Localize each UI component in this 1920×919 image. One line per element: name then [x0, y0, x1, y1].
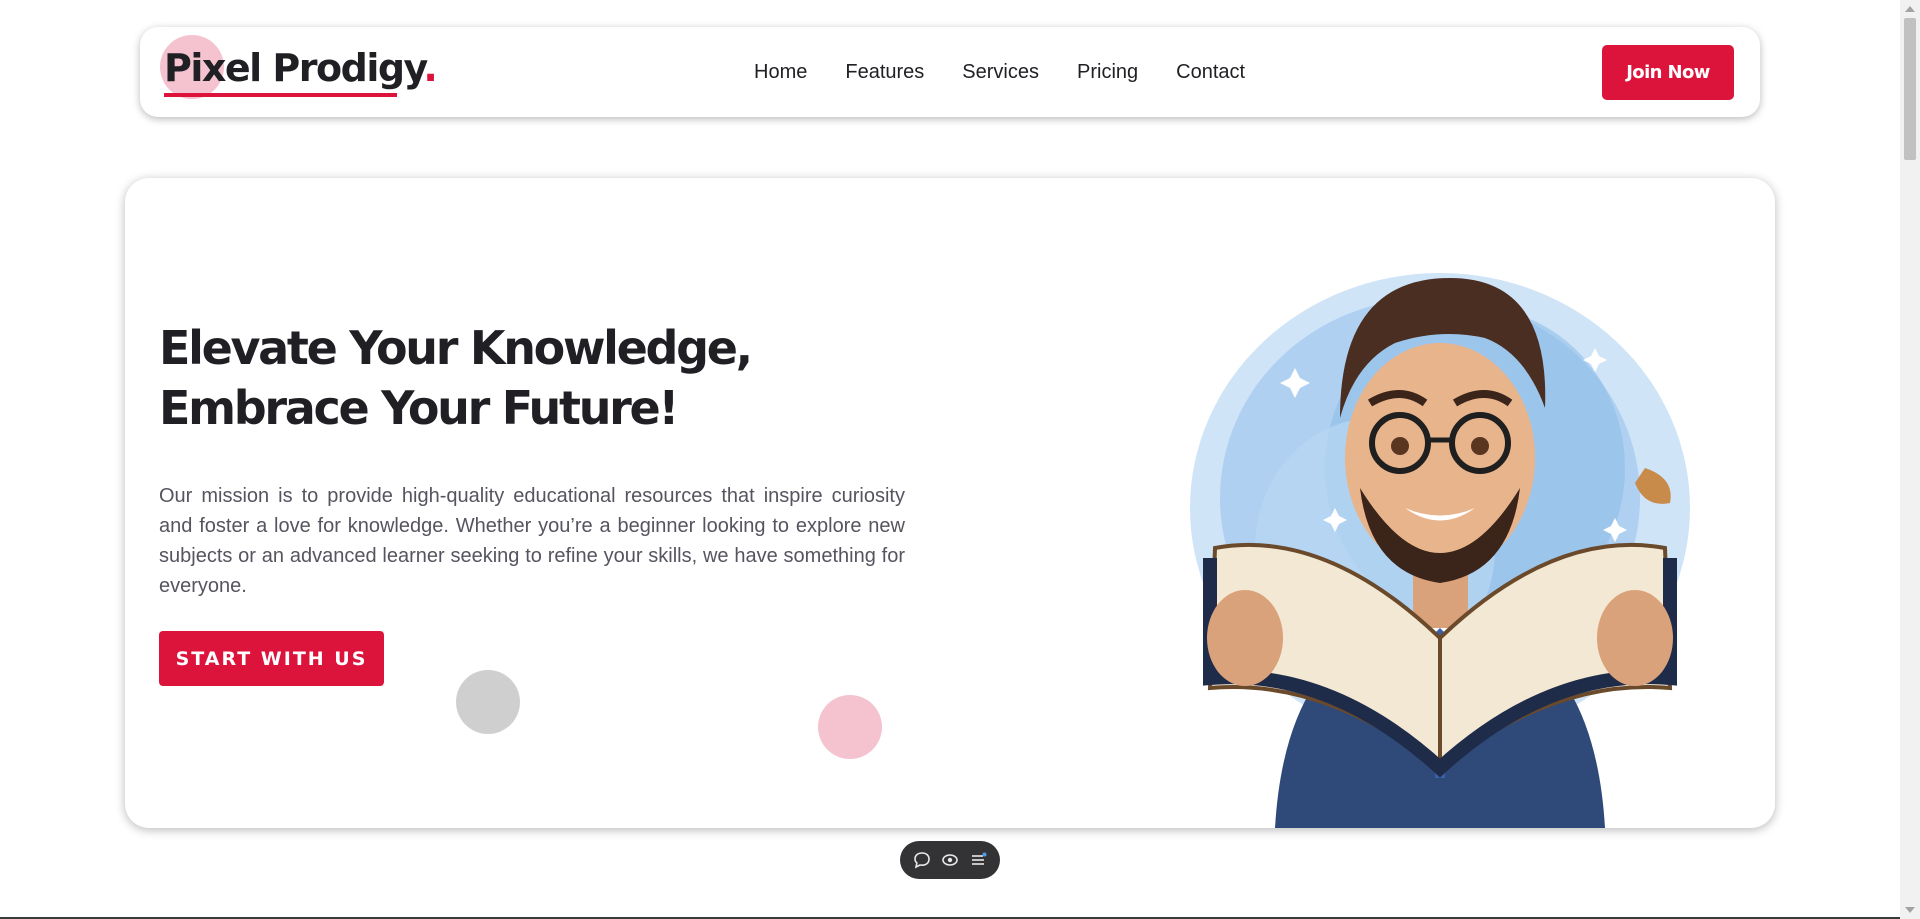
logo-underline	[164, 93, 397, 97]
nav-home[interactable]: Home	[754, 61, 807, 84]
logo-dot: .	[423, 46, 437, 90]
comment-icon[interactable]	[911, 849, 933, 871]
scroll-down-arrow-icon[interactable]	[1905, 907, 1915, 913]
nav-contact[interactable]: Contact	[1176, 61, 1245, 84]
nav-services[interactable]: Services	[962, 61, 1039, 84]
main-nav: Home Features Services Pricing Contact	[754, 27, 1283, 117]
hero-title: Elevate Your Knowledge, Embrace Your Fut…	[159, 321, 753, 435]
nav-pricing[interactable]: Pricing	[1077, 61, 1138, 84]
hero-description: Our mission is to provide high-quality e…	[159, 485, 905, 597]
scroll-up-arrow-icon[interactable]	[1905, 6, 1915, 12]
decor-circle-pink	[818, 695, 882, 759]
decor-circle-gray	[456, 670, 520, 734]
nav-features[interactable]: Features	[845, 61, 924, 84]
teacher-illustration	[1190, 273, 1690, 828]
page-scrollbar[interactable]	[1900, 0, 1920, 919]
join-now-button[interactable]: Join Now	[1602, 45, 1734, 100]
scroll-thumb[interactable]	[1904, 18, 1916, 160]
start-with-us-button[interactable]: START WITH US	[159, 631, 384, 686]
hero-section: Elevate Your Knowledge, Embrace Your Fut…	[125, 178, 1775, 828]
logo-link[interactable]: Pixel Prodigy.	[160, 35, 438, 99]
logo-text: Pixel Prodigy	[164, 46, 425, 90]
floating-toolbar	[900, 841, 1000, 879]
menu-list-icon[interactable]	[967, 849, 989, 871]
eye-toggle-icon[interactable]	[939, 849, 961, 871]
site-header: Pixel Prodigy. Home Features Services Pr…	[140, 27, 1760, 117]
